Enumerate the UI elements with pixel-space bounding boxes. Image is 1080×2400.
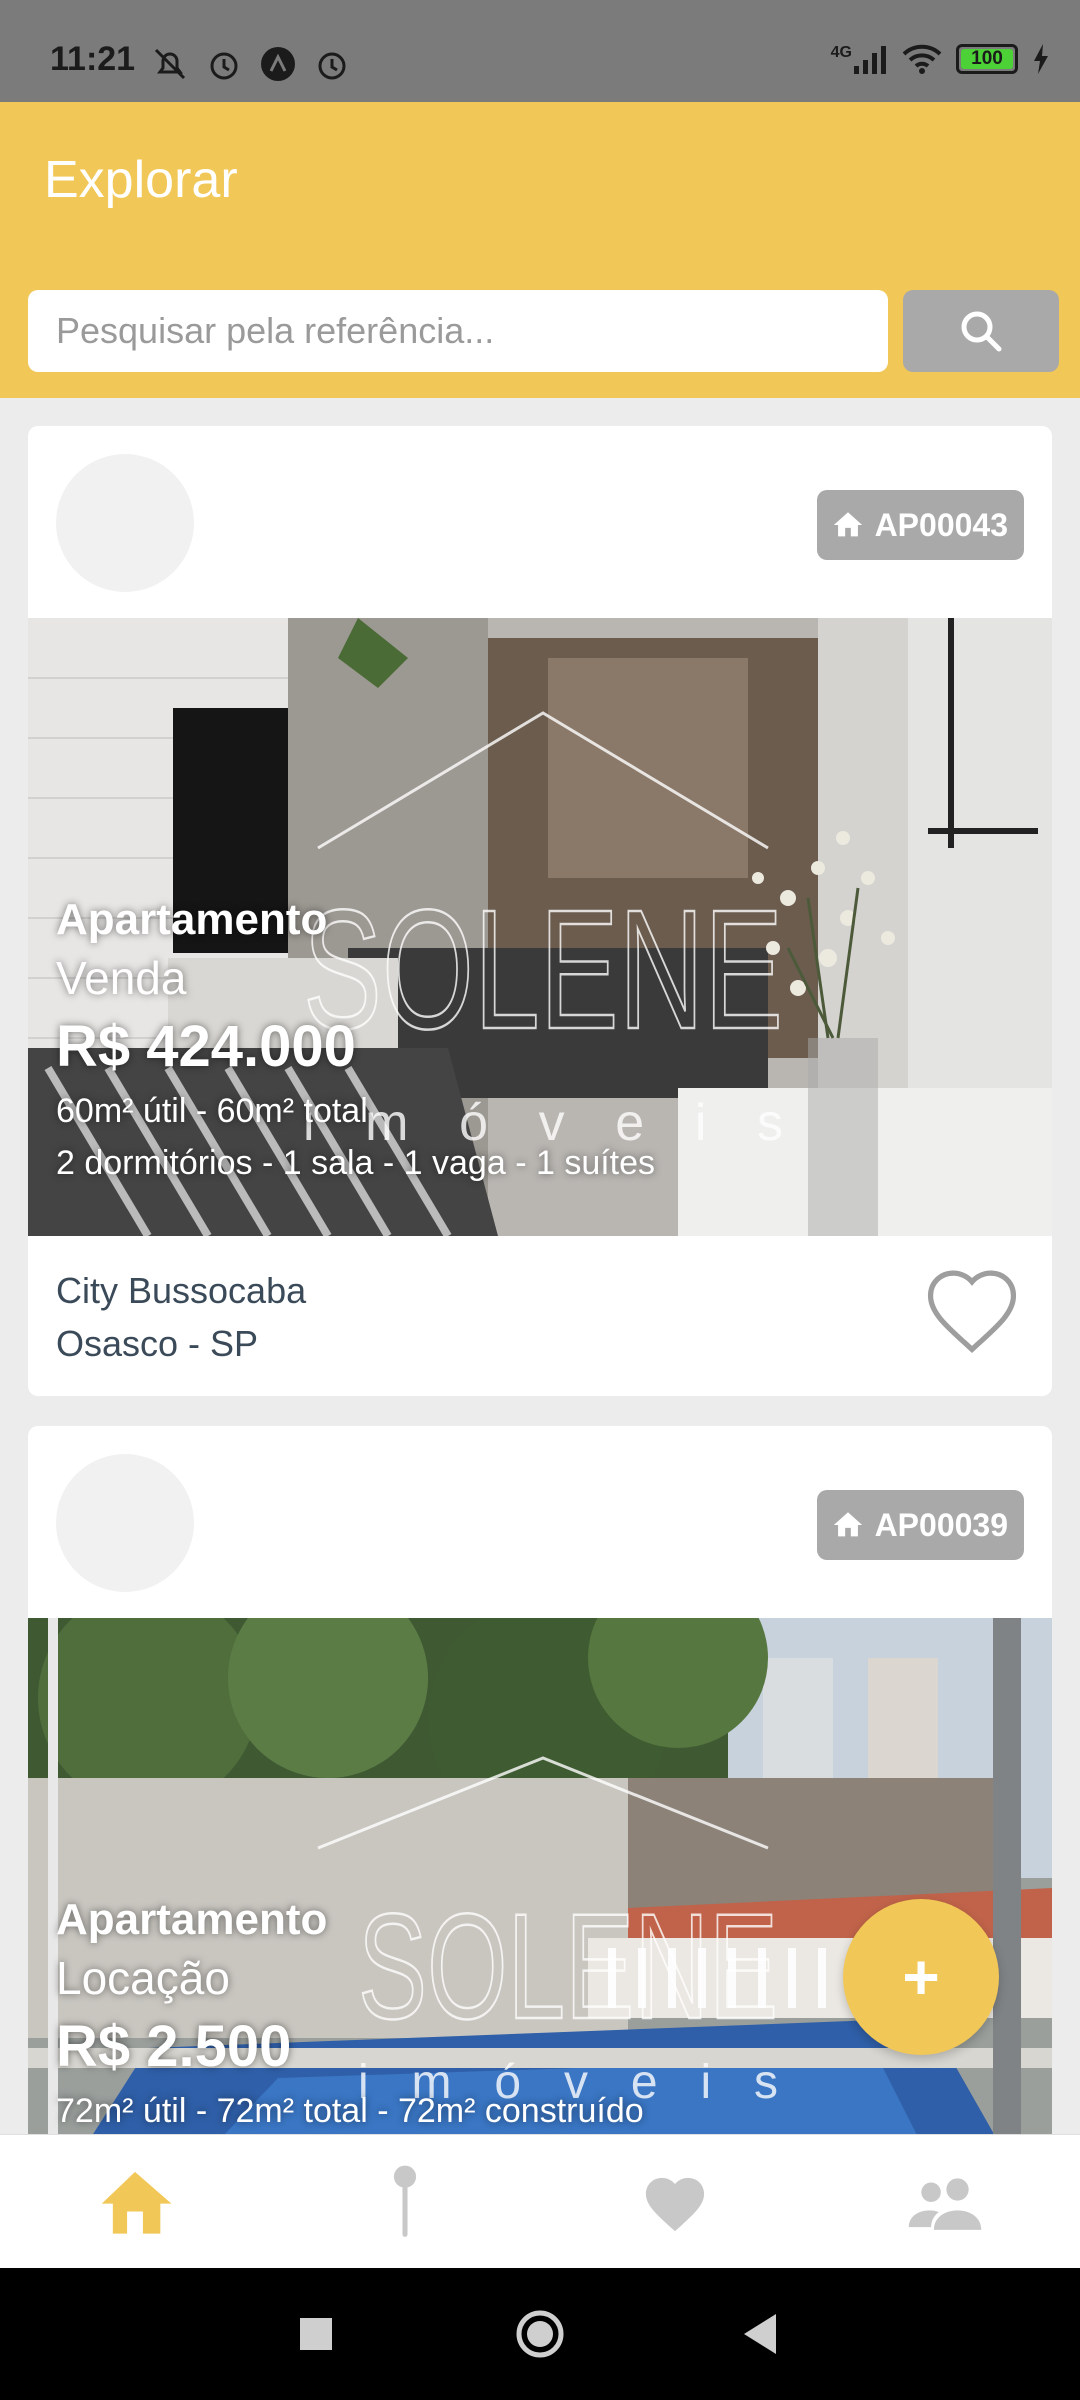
nav-home[interactable] <box>0 2135 270 2268</box>
bottom-navigation <box>0 2134 1080 2268</box>
status-time: 11:21 <box>50 40 136 78</box>
property-type: Apartamento <box>56 895 328 944</box>
home-icon <box>101 2171 172 2234</box>
back-button[interactable] <box>740 2312 780 2356</box>
system-indicators: 4G 100 <box>831 44 1050 74</box>
system-navigation-bar <box>0 2268 1080 2400</box>
battery-level: 100 <box>971 48 1003 69</box>
deal-type: Locação <box>56 1952 230 2004</box>
avatar <box>56 1454 194 1592</box>
listing-photo[interactable]: SOLENE i m ó v e i s Apartamento Locação… <box>28 1618 1052 2134</box>
map-pin-icon <box>393 2165 417 2237</box>
neighborhood: City Bussocaba <box>56 1270 307 1311</box>
price: R$ 424.000 <box>56 1014 356 1079</box>
mute-icon <box>154 48 186 80</box>
deal-type: Venda <box>56 952 187 1004</box>
home-system-button[interactable] <box>514 2304 566 2364</box>
reference-badge: AP00043 <box>816 490 1024 560</box>
avatar <box>56 454 194 592</box>
alarm-icon <box>318 52 346 80</box>
nav-favorites[interactable] <box>540 2135 810 2268</box>
alarm-icon <box>210 52 238 80</box>
search-input[interactable] <box>28 290 888 372</box>
signal-icon <box>854 46 886 74</box>
area: 72m² útil - 72m² total - 72m² construído <box>56 2092 644 2130</box>
plus-icon: + <box>902 1941 940 2013</box>
charging-icon <box>1034 44 1048 74</box>
nav-map[interactable] <box>270 2135 540 2268</box>
people-icon <box>908 2177 982 2230</box>
listings-feed[interactable]: AP00043 SOLENE i m ó v e i s Apartamento… <box>0 398 1080 2134</box>
listing-info: Apartamento Venda R$ 424.000 60m² útil -… <box>56 893 655 1189</box>
home-icon <box>833 512 862 537</box>
app-icon <box>261 47 295 81</box>
heart-outline-icon <box>927 1270 1017 1354</box>
app-header: Explorar <box>0 102 1080 398</box>
add-button[interactable]: + <box>843 1899 999 2055</box>
rooms: 2 dormitórios - 1 sala - 1 vaga - 1 suít… <box>56 1144 656 1182</box>
location: City Bussocaba Osasco - SP <box>56 1264 306 1370</box>
home-icon <box>833 1512 862 1537</box>
notification-icons <box>150 44 352 84</box>
nav-profile[interactable] <box>810 2135 1080 2268</box>
property-type: Apartamento <box>56 1895 328 1944</box>
search-icon <box>961 311 1002 352</box>
area: 60m² útil - 60m² total <box>56 1092 368 1130</box>
network-label: 4G <box>830 44 852 61</box>
battery-icon: 100 <box>956 44 1018 74</box>
city: Osasco - SP <box>56 1323 259 1364</box>
reference-code: AP00039 <box>874 1506 1008 1543</box>
status-bar: 11:21 4G 100 <box>0 0 1080 102</box>
price: R$ 2.500 <box>56 2014 292 2079</box>
reference-badge: AP00039 <box>816 1490 1024 1560</box>
recents-button[interactable] <box>298 2316 334 2352</box>
listing-card[interactable]: AP00043 SOLENE i m ó v e i s Apartamento… <box>28 426 1052 1396</box>
favorite-button[interactable] <box>918 1260 1026 1356</box>
wifi-icon <box>902 44 942 74</box>
heart-icon <box>645 2177 705 2231</box>
page-title: Explorar <box>44 151 238 209</box>
reference-code: AP00043 <box>874 506 1008 543</box>
search-button[interactable] <box>903 290 1059 372</box>
listing-photo[interactable]: SOLENE i m ó v e i s Apartamento Venda R… <box>28 618 1052 1236</box>
listing-info: Apartamento Locação R$ 2.500 72m² útil -… <box>56 1893 644 2134</box>
